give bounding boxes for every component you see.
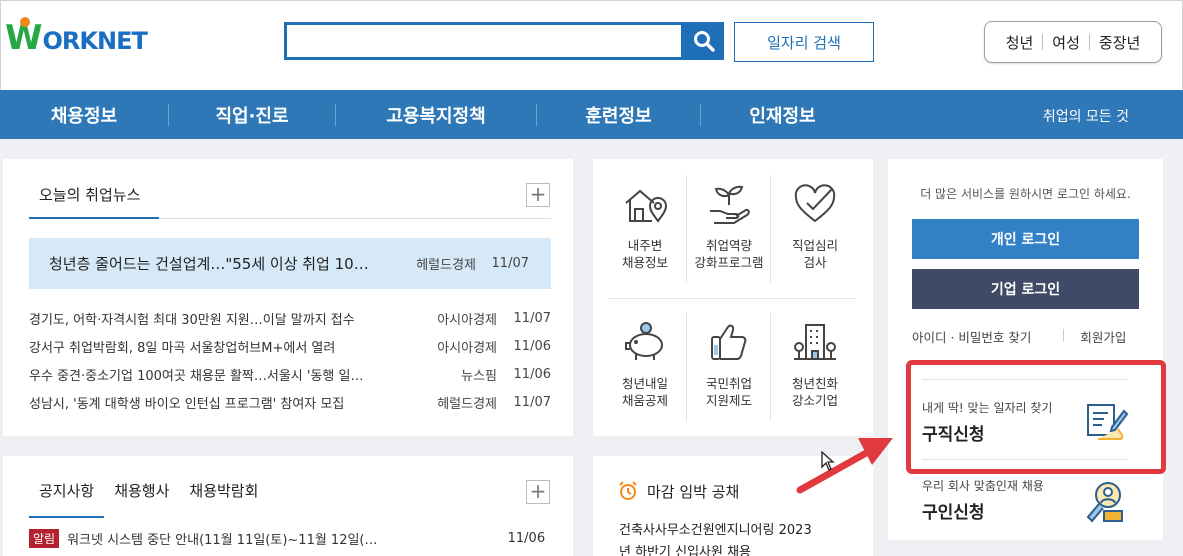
news-more-button[interactable]: +: [526, 183, 550, 207]
service-label: 내주변: [627, 238, 663, 253]
list-item[interactable]: 강서구 취업박람회, 8일 마곡 서울창업허브M+에서 열려 아시아경제 11/…: [29, 332, 551, 360]
highlight-box: [906, 360, 1166, 474]
service-label: 지원제도: [705, 393, 752, 408]
service-label: 강소기업: [791, 393, 838, 408]
tab-notice[interactable]: 공지사항: [29, 480, 105, 518]
headline-news[interactable]: 청년층 줄어드는 건설업계…"55세 이상 취업 10… 헤럴드경제 11/07: [29, 238, 551, 289]
segment-women[interactable]: 여성: [1043, 32, 1089, 53]
job-search-button[interactable]: 일자리 검색: [734, 22, 874, 62]
notice-title: 워크넷 시스템 중단 안내(11월 11일(토)~11월 12일(…: [67, 533, 378, 548]
nav-item-talent[interactable]: 인재정보: [701, 102, 864, 128]
list-item[interactable]: 우수 중견·중소기업 100여곳 채용문 활짝…서울시 '동행 일… 뉴스핌 1…: [29, 360, 551, 388]
piggy-bank-icon: [625, 322, 663, 360]
headline-date: 11/07: [491, 256, 529, 271]
service-label: 직업심리: [791, 238, 838, 253]
alarm-clock-icon: [619, 481, 637, 500]
search-icon: [694, 31, 715, 52]
news-source: 헤럴드경제: [437, 396, 497, 412]
news-date: 11/06: [513, 338, 551, 354]
nav-item-training[interactable]: 훈련정보: [537, 102, 700, 128]
deadline-header: 마감 임박 공채: [617, 480, 739, 502]
service-national-employment[interactable]: 국민취업지원제도: [687, 319, 771, 409]
notice-item[interactable]: 알림 워크넷 시스템 중단 안내(11월 11일(토)~11월 12일(… 11…: [29, 529, 551, 548]
nav-all-link[interactable]: 취업의 모든 것: [1043, 106, 1129, 126]
services-panel: 내주변채용정보 취업역량강화프로그램 직업심리검사 청년내일채움공제 국민취업지…: [593, 159, 873, 436]
news-source: 뉴스핌: [461, 368, 497, 384]
notice-badge: 알림: [29, 529, 60, 548]
find-id-password-link[interactable]: 아이디 · 비밀번호 찾기: [912, 327, 1031, 346]
company-login-button[interactable]: 기업 로그인: [912, 269, 1139, 309]
login-panel: 더 많은 서비스를 원하시면 로그인 하세요. 개인 로그인 기업 로그인 아이…: [888, 159, 1163, 540]
news-panel: 오늘의 취업뉴스 + 청년층 줄어드는 건설업계…"55세 이상 취업 10… …: [3, 159, 573, 436]
nav-item-career[interactable]: 직업·진로: [169, 102, 335, 128]
service-psych-test[interactable]: 직업심리검사: [773, 181, 857, 271]
target-group-selector: 청년 여성 중장년: [984, 21, 1162, 63]
login-message: 더 많은 서비스를 원하시면 로그인 하세요.: [920, 187, 1131, 201]
personal-login-button[interactable]: 개인 로그인: [912, 219, 1139, 259]
building-icon: [794, 324, 836, 360]
service-label: 강화프로그램: [694, 255, 764, 270]
worknet-logo[interactable]: W ORKNET: [5, 17, 148, 55]
notice-date: 11/06: [507, 531, 546, 546]
hire-apply[interactable]: 우리 회사 맞춤인재 채용 구인신청: [922, 477, 1138, 523]
headline-title: 청년층 줄어드는 건설업계…"55세 이상 취업 10…: [49, 255, 369, 273]
service-youth-savings[interactable]: 청년내일채움공제: [603, 319, 687, 409]
service-youth-friendly-company[interactable]: 청년친화강소기업: [773, 319, 857, 409]
service-label: 검사: [803, 255, 827, 270]
segment-youth[interactable]: 청년: [997, 32, 1043, 53]
service-label: 국민취업: [705, 376, 752, 391]
service-label: 채움공제: [621, 393, 668, 408]
service-skill-program[interactable]: 취업역량강화프로그램: [687, 181, 771, 271]
logo-dot-icon: [20, 17, 30, 27]
search-button[interactable]: [684, 22, 724, 60]
service-label: 청년친화: [791, 376, 838, 391]
tab-events[interactable]: 채용행사: [104, 480, 179, 518]
news-date: 11/07: [513, 394, 551, 410]
service-nearby-jobs[interactable]: 내주변채용정보: [603, 181, 687, 271]
news-list: 경기도, 어학·자격시험 최대 30만원 지원…이달 말까지 접수 아시아경제 …: [29, 304, 551, 416]
deadline-item[interactable]: 건축사사무소건원엔지니어링 2023 년 하반기 신입사원 채용: [619, 520, 839, 556]
talent-search-icon: [1086, 482, 1123, 523]
list-item[interactable]: 경기도, 어학·자격시험 최대 30만원 지원…이달 말까지 접수 아시아경제 …: [29, 304, 551, 332]
service-label: 청년내일: [621, 376, 668, 391]
headline-source: 헤럴드경제: [416, 258, 476, 273]
news-source: 아시아경제: [437, 312, 497, 328]
nav-item-welfare[interactable]: 고용복지정책: [336, 102, 536, 128]
house-location-icon: [625, 189, 668, 223]
sprout-hand-icon: [710, 185, 750, 224]
news-title: 성남시, '동계 대학생 바이오 인턴십 프로그램' 참여자 모집: [29, 396, 345, 412]
news-date: 11/07: [513, 310, 551, 326]
deadline-year: 2023: [778, 523, 812, 538]
deadline-title: 마감 임박 공채: [647, 482, 740, 501]
mouse-cursor-icon: [821, 450, 835, 471]
site-header: W ORKNET 일자리 검색 청년 여성 중장년: [0, 0, 1183, 90]
divider: [159, 218, 551, 219]
main-nav: 채용정보 직업·진로 고용복지정책 훈련정보 인재정보 취업의 모든 것: [0, 90, 1183, 139]
deadline-company: 건축사사무소건원엔지니어링: [619, 523, 775, 538]
news-title: 강서구 취업박람회, 8일 마곡 서울창업허브M+에서 열려: [29, 340, 336, 356]
news-source: 아시아경제: [437, 340, 497, 356]
list-item[interactable]: 성남시, '동계 대학생 바이오 인턴십 프로그램' 참여자 모집 헤럴드경제 …: [29, 388, 551, 416]
divider: [609, 298, 856, 299]
join-link[interactable]: 회원가입: [1080, 327, 1126, 346]
segment-middle-aged[interactable]: 중장년: [1090, 32, 1149, 53]
news-title: 우수 중견·중소기업 100여곳 채용문 활짝…서울시 '동행 일…: [29, 368, 364, 384]
news-date: 11/06: [513, 366, 551, 382]
nav-item-jobs[interactable]: 채용정보: [0, 102, 168, 128]
tab-job-fair[interactable]: 채용박람회: [179, 480, 268, 518]
service-label: 취업역량: [705, 238, 752, 253]
logo-text: ORKNET: [42, 27, 148, 55]
login-links: 아이디 · 비밀번호 찾기 회원가입: [912, 327, 1139, 346]
notice-more-button[interactable]: +: [526, 480, 550, 504]
news-title: 경기도, 어학·자격시험 최대 30만원 지원…이달 말까지 접수: [29, 312, 355, 328]
deadline-desc: 년 하반기 신입사원 채용: [619, 545, 751, 556]
divider: [1063, 329, 1065, 342]
notice-panel: 공지사항 채용행사 채용박람회 + 알림 워크넷 시스템 중단 안내(11월 1…: [3, 456, 573, 556]
heart-check-icon: [794, 184, 836, 223]
thumbs-up-icon: [711, 324, 747, 360]
search-input[interactable]: [284, 22, 684, 60]
service-label: 채용정보: [621, 255, 668, 270]
tab-today-news[interactable]: 오늘의 취업뉴스: [29, 181, 159, 219]
notice-tabs: 공지사항 채용행사 채용박람회: [29, 480, 268, 518]
